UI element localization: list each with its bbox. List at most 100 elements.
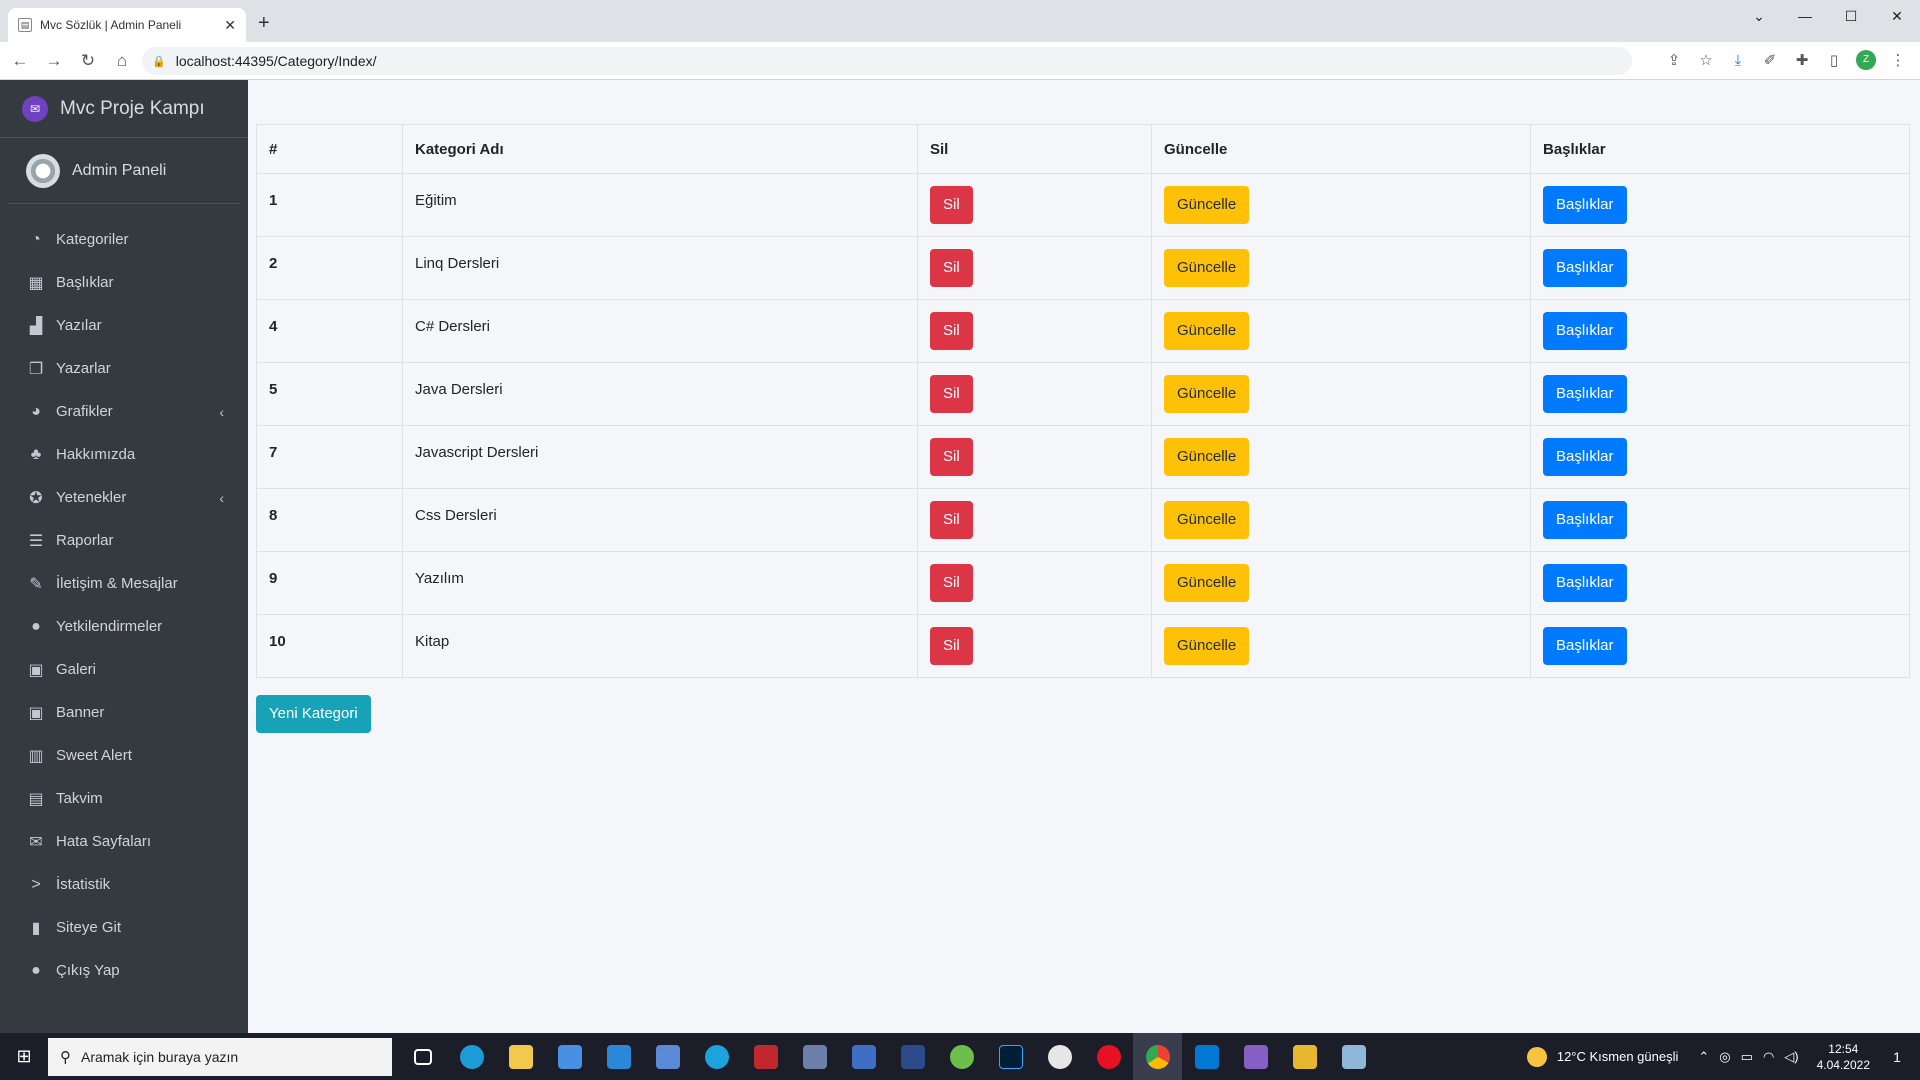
app-cube-icon[interactable] <box>839 1033 888 1080</box>
photoshop-icon[interactable] <box>986 1033 1035 1080</box>
user-panel[interactable]: Admin Paneli <box>8 138 240 204</box>
sidebar-item-7[interactable]: ☰ Raporlar <box>0 519 248 562</box>
browser-menu-icon[interactable]: ⋮ <box>1888 51 1908 69</box>
wifi-icon[interactable]: ◠ <box>1763 1049 1774 1065</box>
app-w-icon[interactable] <box>1035 1033 1084 1080</box>
lock-icon[interactable]: 🔒 <box>152 55 166 68</box>
delete-button[interactable]: Sil <box>930 438 973 476</box>
sidebar-item-6[interactable]: ✪ Yetenekler ‹ <box>0 476 248 519</box>
close-tab-icon[interactable]: ✕ <box>224 17 236 34</box>
tray-chevron-up-icon[interactable]: ⌃ <box>1698 1049 1709 1065</box>
app-green-icon[interactable] <box>937 1033 986 1080</box>
sidebar-item-13[interactable]: ▤ Takvim <box>0 777 248 820</box>
sidebar-item-0[interactable]: ◔ Kategoriler <box>0 218 248 261</box>
sidebar-item-2[interactable]: ▟ Yazılar <box>0 304 248 347</box>
home-icon[interactable]: ⌂ <box>108 51 136 71</box>
chrome-icon[interactable] <box>1133 1033 1182 1080</box>
sidebar-item-1[interactable]: ▦ Başlıklar <box>0 261 248 304</box>
weather-text[interactable]: 12°C Kısmen güneşli <box>1557 1049 1679 1064</box>
forward-icon[interactable]: → <box>40 51 68 71</box>
chevron-left-icon[interactable]: ‹ <box>219 404 224 420</box>
eyedropper-icon[interactable]: ✐ <box>1760 51 1780 69</box>
new-category-button[interactable]: Yeni Kategori <box>256 695 371 733</box>
update-button[interactable]: Güncelle <box>1164 249 1250 287</box>
update-button[interactable]: Güncelle <box>1164 564 1250 602</box>
delete-button[interactable]: Sil <box>930 249 973 287</box>
back-icon[interactable]: ← <box>6 51 34 71</box>
close-window-button[interactable]: ✕ <box>1874 0 1920 32</box>
app-chart-icon[interactable] <box>1280 1033 1329 1080</box>
delete-button[interactable]: Sil <box>930 375 973 413</box>
mail-icon[interactable] <box>594 1033 643 1080</box>
minimize-button[interactable]: — <box>1782 0 1828 32</box>
brand-link[interactable]: ✉ Mvc Proje Kampı <box>0 80 248 138</box>
titles-button[interactable]: Başlıklar <box>1543 627 1627 665</box>
vscode-icon[interactable] <box>1182 1033 1231 1080</box>
sidebar-item-11[interactable]: ▣ Banner <box>0 691 248 734</box>
profile-avatar[interactable]: Z <box>1856 50 1876 70</box>
sidebar-item-9[interactable]: ● Yetkilendirmeler <box>0 605 248 648</box>
sidebar-item-8[interactable]: ✎ İletişim & Mesajlar <box>0 562 248 605</box>
sidebar-item-15[interactable]: > İstatistik <box>0 863 248 906</box>
chevron-left-icon[interactable]: ‹ <box>219 490 224 506</box>
volume-icon[interactable]: ◁) <box>1784 1049 1798 1065</box>
titles-button[interactable]: Başlıklar <box>1543 438 1627 476</box>
new-tab-button[interactable]: + <box>258 12 270 35</box>
app-network-icon[interactable] <box>790 1033 839 1080</box>
windows-start-icon[interactable]: ⊞ <box>0 1033 48 1080</box>
download-icon[interactable]: ⤓ <box>1728 52 1748 69</box>
app-notes-icon[interactable] <box>1329 1033 1378 1080</box>
delete-button[interactable]: Sil <box>930 564 973 602</box>
update-button[interactable]: Güncelle <box>1164 627 1250 665</box>
sidebar-item-12[interactable]: ▥ Sweet Alert <box>0 734 248 777</box>
edge-icon[interactable] <box>447 1033 496 1080</box>
clock[interactable]: 12:54 4.04.2022 <box>1817 1041 1870 1073</box>
address-bar[interactable]: 🔒 localhost:44395/Category/Index/ <box>142 47 1632 75</box>
sidebar-item-10[interactable]: ▣ Galeri <box>0 648 248 691</box>
titles-button[interactable]: Başlıklar <box>1543 186 1627 224</box>
weather-icon[interactable] <box>1526 1046 1547 1067</box>
sidebar-item-4[interactable]: ◕ Grafikler ‹ <box>0 390 248 433</box>
delete-button[interactable]: Sil <box>930 627 973 665</box>
store-icon[interactable] <box>545 1033 594 1080</box>
update-button[interactable]: Güncelle <box>1164 375 1250 413</box>
update-button[interactable]: Güncelle <box>1164 501 1250 539</box>
titles-button[interactable]: Başlıklar <box>1543 312 1627 350</box>
sidebar-item-5[interactable]: ♣ Hakkımızda <box>0 433 248 476</box>
tray-camera-icon[interactable]: ◎ <box>1719 1049 1730 1065</box>
titles-button[interactable]: Başlıklar <box>1543 564 1627 602</box>
solidworks-icon[interactable] <box>741 1033 790 1080</box>
app-blue-icon[interactable] <box>643 1033 692 1080</box>
delete-button[interactable]: Sil <box>930 186 973 224</box>
task-view-icon[interactable] <box>398 1033 447 1080</box>
visual-studio-icon[interactable] <box>1231 1033 1280 1080</box>
browser-tab[interactable]: ▤ Mvc Sözlük | Admin Paneli ✕ <box>8 8 246 42</box>
titles-button[interactable]: Başlıklar <box>1543 249 1627 287</box>
devc-icon[interactable] <box>888 1033 937 1080</box>
file-explorer-icon[interactable] <box>496 1033 545 1080</box>
tab-search-icon[interactable]: ⌄ <box>1736 0 1782 32</box>
notification-icon[interactable]: 1 <box>1884 1049 1910 1065</box>
side-panel-icon[interactable]: ▯ <box>1824 51 1844 69</box>
bookmark-star-icon[interactable]: ☆ <box>1696 51 1716 69</box>
titles-button[interactable]: Başlıklar <box>1543 501 1627 539</box>
update-button[interactable]: Güncelle <box>1164 186 1250 224</box>
update-button[interactable]: Güncelle <box>1164 312 1250 350</box>
share-icon[interactable]: ⇪ <box>1664 51 1684 69</box>
delete-button[interactable]: Sil <box>930 501 973 539</box>
sidebar-item-17[interactable]: ● Çıkış Yap <box>0 949 248 992</box>
battery-icon[interactable]: ▭ <box>1741 1049 1753 1065</box>
reload-icon[interactable]: ↻ <box>74 51 102 71</box>
maximize-button[interactable]: ☐ <box>1828 0 1874 32</box>
titles-button[interactable]: Başlıklar <box>1543 375 1627 413</box>
sidebar-item-3[interactable]: ❐ Yazarlar <box>0 347 248 390</box>
sidebar-item-16[interactable]: ▮ Siteye Git <box>0 906 248 949</box>
sidebar-item-14[interactable]: ✉ Hata Sayfaları <box>0 820 248 863</box>
ccleaner-icon[interactable] <box>692 1033 741 1080</box>
delete-button[interactable]: Sil <box>930 312 973 350</box>
taskbar-search[interactable]: ⚲ Aramak için buraya yazın <box>48 1037 392 1076</box>
extensions-icon[interactable]: ✚ <box>1792 51 1812 69</box>
update-button[interactable]: Güncelle <box>1164 438 1250 476</box>
opera-icon[interactable] <box>1084 1033 1133 1080</box>
browser-tab-bar: ▤ Mvc Sözlük | Admin Paneli ✕ + ⌄ — ☐ ✕ <box>0 0 1920 42</box>
